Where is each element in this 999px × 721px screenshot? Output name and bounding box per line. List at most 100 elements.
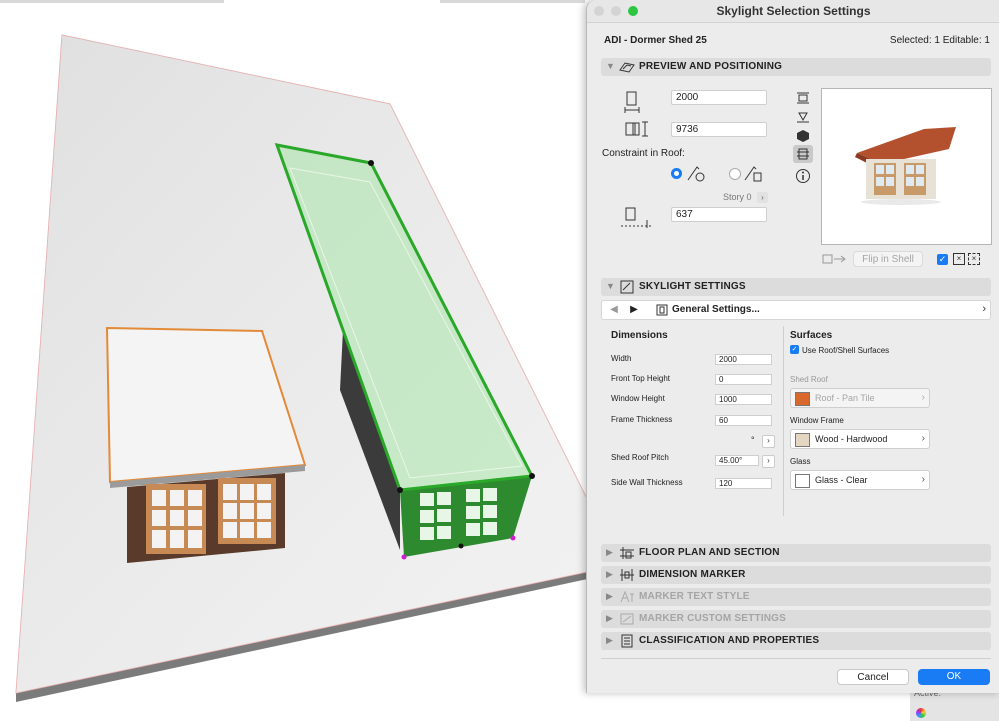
view-front-icon[interactable] — [796, 91, 810, 105]
general-settings-icon — [656, 304, 668, 316]
shed-roof-surface-picker[interactable]: Roof - Pan Tile › — [790, 388, 930, 408]
section-marker-custom-settings[interactable]: ▶ MARKER CUSTOM SETTINGS — [601, 610, 991, 628]
window-frame-surface-picker[interactable]: Wood - Hardwood › — [790, 429, 930, 449]
preview-image — [821, 88, 992, 245]
use-roof-surfaces-checkbox[interactable]: ✓ — [790, 345, 799, 354]
panel-divider — [783, 326, 784, 516]
selection-info: Selected: 1 Editable: 1 — [889, 35, 990, 46]
section-marker-text-style[interactable]: ▶ MARKER TEXT STYLE — [601, 588, 991, 606]
section-label: CLASSIFICATION AND PROPERTIES — [639, 635, 820, 646]
floor-plan-icon — [620, 547, 634, 559]
page-selector-label[interactable]: General Settings... — [672, 304, 760, 315]
preview-option-icon-1[interactable]: × — [953, 253, 965, 265]
previous-page-button[interactable]: ◀ — [606, 303, 622, 317]
show-preview-checkbox[interactable]: ✓ — [937, 254, 948, 265]
skylight-settings-icon — [620, 280, 634, 294]
toolbar-strip-right — [440, 0, 585, 3]
element-name: ADI - Dormer Shed 25 — [604, 35, 707, 46]
flip-in-shell-button[interactable]: Flip in Shell — [853, 251, 923, 267]
shed-roof-label: Shed Roof — [790, 375, 828, 384]
view-plan-icon[interactable] — [796, 147, 810, 161]
next-page-button[interactable]: ▶ — [626, 303, 642, 317]
section-dimension-marker[interactable]: ▶ DIMENSION MARKER — [601, 566, 991, 584]
constraint-roof-icon — [687, 166, 705, 182]
offset-field[interactable]: 637 — [671, 207, 767, 222]
side-wall-thickness-field[interactable]: 120 — [715, 478, 772, 489]
parameters-panel: Dimensions Width 2000 Front Top Height 0… — [601, 322, 991, 522]
offset-icon — [621, 207, 651, 228]
disclosure-triangle-icon[interactable]: ▶ — [606, 591, 613, 602]
length-icon — [625, 121, 648, 137]
dimension-marker-icon — [620, 569, 634, 581]
front-top-height-field[interactable]: 0 — [715, 374, 772, 385]
glass-swatch — [795, 474, 810, 488]
section-label: MARKER TEXT STYLE — [639, 591, 750, 602]
view-side-icon[interactable] — [796, 110, 810, 124]
dimension-label: Front Top Height — [611, 374, 670, 383]
disclosure-triangle-icon[interactable]: ▶ — [606, 547, 613, 558]
length-field[interactable]: 9736 — [671, 122, 767, 137]
width-field[interactable]: 2000 — [671, 90, 767, 105]
glass-surface-name: Glass - Clear — [815, 475, 868, 485]
ok-button[interactable]: OK — [918, 669, 990, 685]
info-icon[interactable] — [795, 168, 811, 184]
constraint-roof-radio[interactable] — [671, 168, 682, 179]
window-height-field[interactable]: 1000 — [715, 394, 772, 405]
constraint-label: Constraint in Roof: — [602, 148, 685, 159]
dimension-label: Width — [611, 354, 632, 363]
window-frame-label: Window Frame — [790, 416, 844, 425]
angle-mode-value: ° — [751, 435, 755, 445]
toolbar-strip-left — [0, 0, 224, 3]
preview-option-icon-2[interactable]: × — [968, 253, 980, 265]
skylight-settings-dialog: Skylight Selection Settings ADI - Dormer… — [586, 0, 999, 693]
section-label: PREVIEW AND POSITIONING — [639, 61, 783, 72]
section-preview-positioning[interactable]: ▼ PREVIEW AND POSITIONING — [601, 58, 991, 76]
disclosure-triangle-icon[interactable]: ▼ — [606, 61, 615, 71]
title-bar[interactable]: Skylight Selection Settings — [587, 0, 999, 23]
chevron-right-icon: › — [921, 433, 925, 444]
page-selector-chevron-icon[interactable]: › — [982, 303, 986, 315]
dialog-title: Skylight Selection Settings — [716, 4, 871, 18]
chevron-right-icon: › — [921, 392, 925, 403]
chevron-right-icon: › — [921, 474, 925, 485]
cancel-button[interactable]: Cancel — [837, 669, 909, 685]
section-label: DIMENSION MARKER — [639, 569, 746, 580]
section-label: SKYLIGHT SETTINGS — [639, 281, 746, 292]
disclosure-triangle-icon[interactable]: ▶ — [606, 613, 613, 624]
dimensions-title: Dimensions — [611, 330, 668, 341]
frame-swatch — [795, 433, 810, 447]
color-wheel-icon[interactable] — [916, 708, 926, 718]
settings-page-selector: ◀ ▶ General Settings... › — [601, 300, 991, 320]
dimension-label: Shed Roof Pitch — [611, 453, 669, 462]
section-floor-plan-and-section[interactable]: ▶ FLOOR PLAN AND SECTION — [601, 544, 991, 562]
constraint-story-radio[interactable] — [729, 168, 741, 180]
use-roof-surfaces-label: Use Roof/Shell Surfaces — [802, 346, 890, 355]
classification-icon — [621, 634, 633, 648]
dimension-label: Side Wall Thickness — [611, 478, 683, 487]
slab-shade — [16, 35, 620, 693]
marker-custom-settings-icon — [620, 613, 634, 625]
shed-roof-pitch-field[interactable]: 45.00° — [715, 455, 759, 466]
pitch-next-button[interactable]: › — [762, 455, 775, 468]
skylight-preview-icon — [619, 62, 635, 73]
section-label: FLOOR PLAN AND SECTION — [639, 547, 780, 558]
dimension-label: Frame Thickness — [611, 415, 673, 424]
story-next-button[interactable]: › — [757, 192, 768, 203]
view-3d-icon[interactable] — [796, 129, 810, 143]
roof-swatch — [795, 392, 810, 406]
section-label: MARKER CUSTOM SETTINGS — [639, 613, 786, 624]
glass-label: Glass — [790, 457, 811, 466]
glass-surface-picker[interactable]: Glass - Clear › — [790, 470, 930, 490]
section-skylight-settings[interactable]: ▼ SKYLIGHT SETTINGS — [601, 278, 991, 296]
width-param-field[interactable]: 2000 — [715, 354, 772, 365]
flip-shell-icon — [822, 254, 846, 264]
disclosure-triangle-icon[interactable]: ▶ — [606, 569, 613, 580]
frame-thickness-field[interactable]: 60 — [715, 415, 772, 426]
angle-mode-next-button[interactable]: › — [762, 435, 775, 448]
footer-divider — [601, 658, 991, 659]
dimension-label: Window Height — [611, 394, 665, 403]
disclosure-triangle-icon[interactable]: ▼ — [606, 281, 615, 291]
disclosure-triangle-icon[interactable]: ▶ — [606, 635, 613, 646]
shed-roof-surface-name: Roof - Pan Tile — [815, 393, 875, 403]
section-classification-and-properties[interactable]: ▶ CLASSIFICATION AND PROPERTIES — [601, 632, 991, 650]
